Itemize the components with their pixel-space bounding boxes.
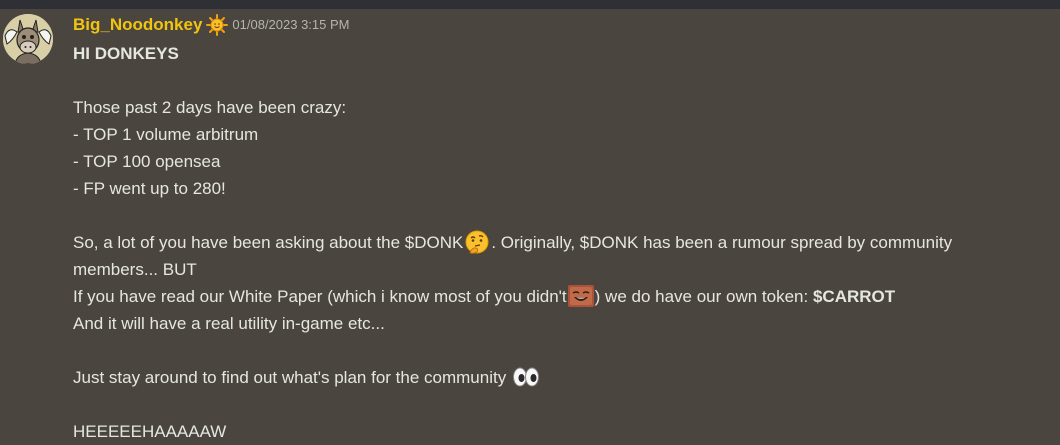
message-line-8a: If you have read our White Paper (which … bbox=[73, 287, 567, 306]
message-timestamp[interactable]: 01/08/2023 3:15 PM bbox=[232, 14, 349, 36]
message-line-8b: ) we do have our own token: bbox=[594, 287, 809, 306]
message-header: Big_Noodonkey 01/08/2023 3:15 PM bbox=[73, 14, 350, 36]
message-line-11: HEEEEEHAAAAAW bbox=[73, 422, 227, 441]
sun-icon[interactable] bbox=[206, 14, 229, 36]
message-line-6: So, a lot of you have been asking about … bbox=[73, 229, 1048, 256]
message-line-6b: . Originally, $DONK has been a rumour sp… bbox=[491, 233, 953, 252]
laughing-man-emoji[interactable] bbox=[567, 283, 594, 309]
message-line-9: And it will have a real utility in-game … bbox=[73, 314, 385, 333]
donkey-avatar-icon[interactable] bbox=[3, 14, 53, 64]
message-line-5: - FP went up to 280! bbox=[73, 179, 226, 198]
message-line-6a: So, a lot of you have been asking about … bbox=[73, 233, 464, 252]
message-line-4: - TOP 100 opensea bbox=[73, 152, 221, 171]
message-line-10: Just stay around to find out what's plan… bbox=[73, 364, 1048, 391]
message-line-10-text: Just stay around to find out what's plan… bbox=[73, 368, 507, 387]
author-name[interactable]: Big_Noodonkey bbox=[73, 14, 202, 36]
message-line-2: Those past 2 days have been crazy: bbox=[73, 98, 347, 117]
thinking-face-emoji[interactable] bbox=[464, 229, 490, 255]
message-line-1: HI DONKEYS bbox=[73, 44, 179, 63]
message-line-8: If you have read our White Paper (which … bbox=[73, 283, 1048, 310]
message-line-7: members... BUT bbox=[73, 260, 197, 279]
carrot-token-name: $CARROT bbox=[812, 287, 896, 306]
message-content: HI DONKEYS Those past 2 days have been c… bbox=[73, 40, 1048, 445]
eyes-emoji[interactable] bbox=[512, 364, 539, 390]
message-line-3: - TOP 1 volume arbitrum bbox=[73, 125, 259, 144]
top-divider-bar bbox=[0, 0, 1060, 9]
chat-message: Big_Noodonkey 01/08/2023 3:15 PM HI DONK… bbox=[0, 9, 1060, 444]
